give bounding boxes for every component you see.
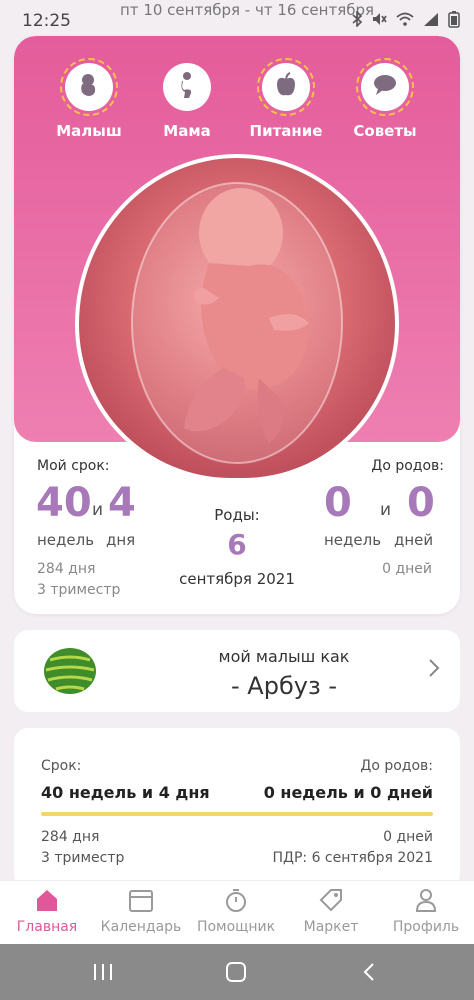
top-nav-tips-label: Советы — [353, 122, 417, 140]
timeline-trimester: 3 триместр — [41, 850, 125, 866]
fruit-comparison-card[interactable]: мой малыш как - Арбуз - — [14, 630, 460, 712]
signal-icon — [423, 12, 439, 30]
battery-icon — [448, 10, 460, 32]
weeks-days-and: и — [92, 500, 104, 520]
status-date-range: пт 10 сентября - чт 16 сентября — [120, 1, 375, 19]
home-button-icon[interactable] — [225, 962, 247, 986]
recent-apps-icon[interactable] — [92, 962, 114, 986]
days-value: 4 — [108, 480, 136, 526]
back-icon[interactable] — [362, 962, 376, 986]
top-nav-baby-label: Малыш — [56, 122, 122, 140]
tab-home-label: Главная — [16, 919, 78, 935]
term-progress-bar — [41, 812, 433, 816]
top-nav-tips-circle — [356, 58, 414, 116]
term-label: Мой срок: — [37, 458, 110, 474]
status-time: 12:25 — [22, 11, 71, 31]
total-days: 284 дня — [37, 561, 96, 577]
tab-home[interactable]: Главная — [0, 887, 94, 935]
top-nav-mom-label: Мама — [163, 122, 211, 140]
status-icons — [352, 10, 460, 32]
bluetooth-icon — [352, 10, 363, 31]
stopwatch-icon — [223, 887, 249, 917]
timeline-until-label: До родов: — [360, 758, 433, 774]
fruit-subtitle: мой малыш как — [218, 647, 350, 666]
term-progress-card: Срок: До родов: 40 недель и 4 дня 0 неде… — [14, 728, 460, 888]
tag-icon — [318, 887, 344, 917]
fetus-illustration — [79, 158, 395, 478]
chevron-right-icon — [428, 658, 440, 682]
top-nav-baby-circle — [60, 58, 118, 116]
until-and: и — [380, 500, 392, 520]
top-nav-tips[interactable]: Советы — [340, 58, 430, 140]
weeks-value: 40 — [36, 480, 92, 526]
until-days-value: 0 — [407, 480, 435, 526]
tab-profile-label: Профиль — [392, 919, 460, 935]
top-nav-nutrition[interactable]: Питание — [241, 58, 331, 140]
timeline-total-days: 284 дня — [41, 829, 100, 845]
tab-assistant-label: Помощник — [196, 919, 276, 935]
wifi-icon — [396, 12, 414, 30]
profile-icon — [413, 887, 439, 917]
until-weeks-unit: недель — [324, 531, 382, 549]
mute-icon — [371, 11, 387, 31]
home-icon — [34, 887, 60, 917]
tab-market-label: Маркет — [303, 919, 359, 935]
top-nav-mom-circle — [158, 58, 216, 116]
trimester: 3 триместр — [37, 582, 121, 598]
until-weeks-value: 0 — [324, 480, 352, 526]
status-bar: 12:25 пт 10 сентября - чт 16 сентября — [0, 0, 474, 40]
weeks-unit: недель — [37, 531, 95, 549]
days-unit: дня — [106, 531, 136, 549]
calendar-icon — [128, 887, 154, 917]
tab-assistant[interactable]: Помощник — [189, 887, 283, 935]
birth-month-year: сентября 2021 — [179, 570, 295, 588]
baby-icon — [74, 70, 104, 104]
top-nav-nutrition-circle — [257, 58, 315, 116]
tab-profile[interactable]: Профиль — [379, 887, 473, 935]
watermelon-icon — [42, 646, 98, 700]
timeline-until-value: 0 недель и 0 дней — [263, 783, 433, 802]
pregnancy-card: Малыш Мама Питание Советы Мой срок: 40 и… — [14, 36, 460, 614]
bottom-tab-bar: Главная Календарь Помощник Маркет Профил… — [0, 880, 474, 945]
timeline-until-days: 0 дней — [383, 829, 433, 845]
until-total-days: 0 дней — [382, 561, 432, 577]
top-nav-nutrition-label: Питание — [249, 122, 323, 140]
timeline-term-value: 40 недель и 4 дня — [41, 783, 210, 802]
top-nav-mom[interactable]: Мама — [142, 58, 232, 140]
pregnancy-stats: Мой срок: 40 и 4 недель дня 284 дня 3 тр… — [14, 458, 460, 614]
apple-icon — [271, 70, 301, 104]
until-days-unit: дней — [394, 531, 434, 549]
system-navigation-bar — [0, 944, 474, 1000]
tab-market[interactable]: Маркет — [284, 887, 378, 935]
birth-day: 6 — [227, 528, 247, 561]
tab-calendar-label: Календарь — [100, 919, 182, 935]
mom-icon — [172, 70, 202, 104]
until-label: До родов: — [371, 458, 444, 474]
top-nav: Малыш Мама Питание Советы — [14, 58, 460, 158]
timeline-due-date: ПДР: 6 сентября 2021 — [272, 850, 434, 866]
top-nav-baby[interactable]: Малыш — [44, 58, 134, 140]
birth-label: Роды: — [214, 506, 260, 524]
fetus-illustration-frame — [75, 154, 399, 482]
tab-calendar[interactable]: Календарь — [94, 887, 188, 935]
fruit-name: - Арбуз - — [231, 672, 337, 700]
hero-banner: Малыш Мама Питание Советы — [14, 36, 460, 482]
chat-bubble-icon — [370, 70, 400, 104]
timeline-term-label: Срок: — [41, 758, 82, 774]
